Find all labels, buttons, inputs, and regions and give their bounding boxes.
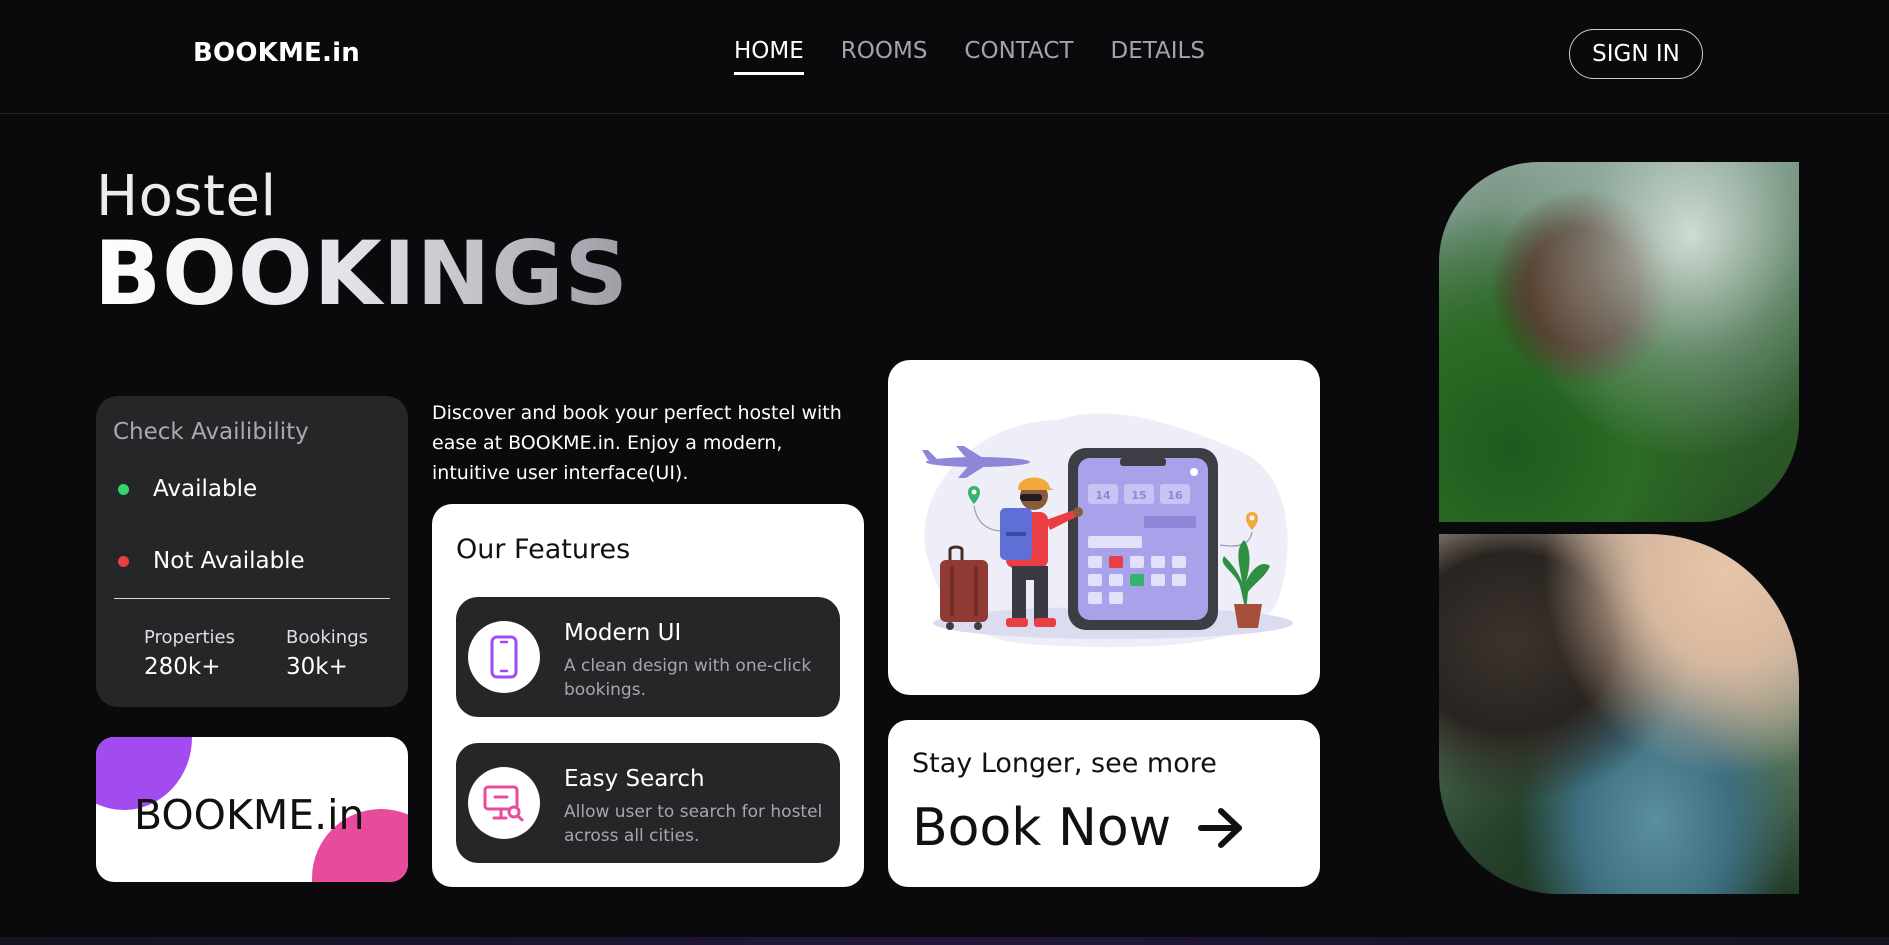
- hillside-cabin-photo: [1439, 162, 1799, 522]
- available-label: Available: [153, 476, 258, 502]
- stat-properties-label: Properties: [144, 627, 235, 648]
- features-card: Our Features Modern UI A clean design wi…: [432, 504, 864, 887]
- not-available-status: Not Available: [118, 548, 305, 574]
- available-dot-icon: [118, 483, 129, 495]
- nav-details[interactable]: DETAILS: [1111, 38, 1205, 75]
- calendar-date: 16: [1167, 489, 1183, 502]
- top-navigation-bar: BOOKME.in HOME ROOMS CONTACT DETAILS SIG…: [0, 0, 1889, 114]
- feature-modern-ui: Modern UI A clean design with one-click …: [456, 597, 840, 717]
- feature-description: A clean design with one-click bookings.: [564, 656, 812, 700]
- nav-contact[interactable]: CONTACT: [964, 38, 1073, 75]
- brand-card: BOOKME.in: [96, 737, 408, 882]
- features-title: Our Features: [456, 534, 631, 565]
- book-now-label: Book Now: [912, 798, 1172, 858]
- calendar-date: 14: [1095, 489, 1111, 502]
- feature-description: Allow user to search for hostel across a…: [564, 802, 823, 846]
- calendar-date: 15: [1131, 489, 1146, 502]
- book-now-button[interactable]: Book Now: [912, 798, 1245, 858]
- mountain-resort-pool-photo: [1439, 534, 1799, 894]
- stat-bookings: Bookings 30k+: [286, 627, 368, 680]
- arrow-right-icon: [1197, 806, 1245, 850]
- stat-bookings-value: 30k+: [286, 654, 348, 680]
- hero-title: BOOKINGS: [94, 222, 629, 325]
- site-logo[interactable]: BOOKME.in: [193, 38, 360, 68]
- feature-easy-search: Easy Search Allow user to search for hos…: [456, 743, 840, 863]
- monitor-search-icon: [468, 767, 540, 839]
- availability-card: Check Availibility Available Not Availab…: [96, 396, 408, 707]
- travel-booking-illustration: 14 15 16: [888, 360, 1320, 695]
- hero-description: Discover and book your perfect hostel wi…: [432, 402, 842, 484]
- availability-divider: [114, 598, 390, 599]
- brand-card-logo: BOOKME.in: [134, 791, 365, 839]
- nav-home[interactable]: HOME: [734, 38, 804, 75]
- not-available-dot-icon: [118, 555, 129, 567]
- not-available-label: Not Available: [153, 548, 305, 574]
- main-nav: HOME ROOMS CONTACT DETAILS: [734, 38, 1242, 75]
- sign-in-button[interactable]: SIGN IN: [1569, 29, 1703, 79]
- stat-properties-value: 280k+: [144, 654, 221, 680]
- availability-title: Check Availibility: [113, 419, 309, 445]
- smartphone-icon: [468, 621, 540, 693]
- hero-subtitle: Hostel: [96, 164, 277, 229]
- bottom-divider: [0, 937, 1889, 945]
- nav-rooms[interactable]: ROOMS: [841, 38, 928, 75]
- stat-bookings-label: Bookings: [286, 627, 369, 648]
- feature-name: Easy Search: [564, 766, 705, 792]
- available-status: Available: [118, 476, 257, 502]
- book-now-card[interactable]: Stay Longer, see more Book Now: [888, 720, 1320, 887]
- feature-name: Modern UI: [564, 620, 682, 646]
- cta-subtitle: Stay Longer, see more: [912, 748, 1217, 779]
- stat-properties: Properties 280k+: [144, 627, 235, 680]
